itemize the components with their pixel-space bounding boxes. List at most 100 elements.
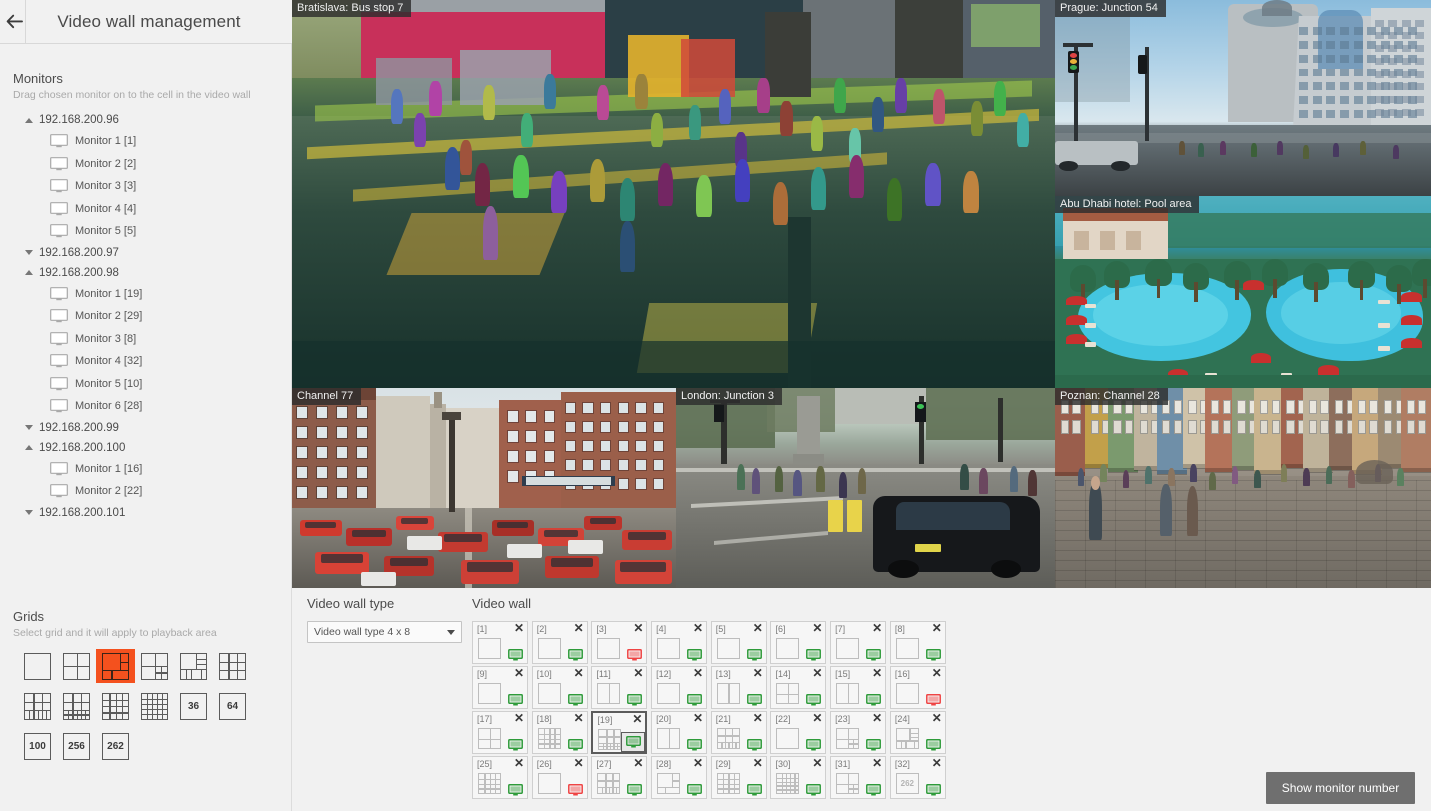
chevron-up-icon[interactable] — [22, 266, 35, 279]
video-wall-cell-32[interactable]: [32] ✕ 262 — [889, 756, 946, 799]
grid-3x3-strip[interactable] — [18, 689, 57, 723]
grid-3x3[interactable] — [213, 649, 252, 683]
video-wall-cell-31[interactable]: [31] ✕ — [830, 756, 887, 799]
close-icon[interactable]: ✕ — [872, 667, 882, 679]
cell-monitor-status[interactable] — [627, 693, 643, 706]
tree-monitor-item[interactable]: Monitor 6 [28] — [0, 395, 291, 418]
video-wall-cell-13[interactable]: [13] ✕ — [710, 666, 767, 709]
cell-monitor-status[interactable] — [687, 693, 703, 706]
grid-5x5[interactable] — [135, 689, 174, 723]
cell-monitor-status[interactable] — [627, 648, 643, 661]
close-icon[interactable]: ✕ — [514, 622, 524, 634]
grid-1-plus-strip[interactable] — [174, 649, 213, 683]
grid-2x2-quad[interactable] — [135, 649, 174, 683]
cell-monitor-status[interactable] — [567, 783, 583, 796]
grid-36[interactable]: 36 — [174, 689, 213, 723]
close-icon[interactable]: ✕ — [753, 712, 763, 724]
close-icon[interactable]: ✕ — [872, 757, 882, 769]
close-icon[interactable]: ✕ — [812, 622, 822, 634]
close-icon[interactable]: ✕ — [514, 667, 524, 679]
close-icon[interactable]: ✕ — [753, 622, 763, 634]
cell-monitor-status[interactable] — [806, 783, 822, 796]
grid-64[interactable]: 64 — [213, 689, 252, 723]
video-wall-cell-6[interactable]: [6] ✕ — [770, 621, 827, 664]
close-icon[interactable]: ✕ — [812, 757, 822, 769]
close-icon[interactable]: ✕ — [574, 622, 584, 634]
cell-monitor-status[interactable] — [687, 738, 703, 751]
close-icon[interactable]: ✕ — [693, 622, 703, 634]
show-monitor-number-button[interactable]: Show monitor number — [1265, 772, 1416, 804]
video-panel-5[interactable]: London: Junction 3 — [676, 388, 1055, 588]
cell-monitor-status[interactable] — [746, 693, 762, 706]
video-wall-cell-1[interactable]: [1] ✕ — [472, 621, 528, 664]
video-wall-cell-14[interactable]: [14] ✕ — [770, 666, 827, 709]
cell-monitor-status[interactable] — [925, 648, 941, 661]
grid-100[interactable]: 100 — [18, 729, 57, 763]
tree-monitor-item[interactable]: Monitor 4 [4] — [0, 198, 291, 221]
grid-262[interactable]: 262 — [96, 729, 135, 763]
cell-monitor-status[interactable] — [567, 648, 583, 661]
chevron-up-icon[interactable] — [22, 114, 35, 127]
tree-server-192.168.200.101[interactable]: 192.168.200.101 — [0, 503, 291, 523]
video-wall-cell-9[interactable]: [9] ✕ — [472, 666, 528, 709]
cell-monitor-status[interactable] — [687, 783, 703, 796]
close-icon[interactable]: ✕ — [514, 712, 524, 724]
video-panel-2[interactable]: Prague: Junction 54 — [1055, 0, 1431, 196]
cell-monitor-status[interactable] — [866, 648, 882, 661]
cell-monitor-status[interactable] — [866, 783, 882, 796]
chevron-up-icon[interactable] — [22, 441, 35, 454]
video-wall-cell-12[interactable]: [12] ✕ — [651, 666, 708, 709]
video-wall-cell-4[interactable]: [4] ✕ — [651, 621, 708, 664]
video-wall-cell-25[interactable]: [25] ✕ — [472, 756, 528, 799]
video-wall-cell-8[interactable]: [8] ✕ — [889, 621, 946, 664]
close-icon[interactable]: ✕ — [693, 757, 703, 769]
tree-server-192.168.200.99[interactable]: 192.168.200.99 — [0, 418, 291, 438]
video-wall-cell-7[interactable]: [7] ✕ — [830, 621, 887, 664]
video-wall-cell-26[interactable]: [26] ✕ — [531, 756, 588, 799]
video-panel-4[interactable]: Channel 77 — [292, 388, 676, 588]
close-icon[interactable]: ✕ — [633, 757, 643, 769]
tree-monitor-item[interactable]: Monitor 1 [19] — [0, 283, 291, 306]
video-wall-cell-20[interactable]: [20] ✕ — [651, 711, 708, 754]
video-wall-cell-17[interactable]: [17] ✕ — [472, 711, 528, 754]
cell-monitor-status[interactable] — [508, 783, 523, 796]
grid-1x1[interactable] — [18, 649, 57, 683]
cell-monitor-status[interactable] — [508, 648, 523, 661]
cell-monitor-status[interactable] — [925, 693, 941, 706]
close-icon[interactable]: ✕ — [574, 757, 584, 769]
grid-4x4[interactable] — [96, 689, 135, 723]
cell-monitor-status-selected[interactable] — [621, 732, 646, 752]
cell-monitor-status[interactable] — [627, 783, 643, 796]
video-panel-3[interactable]: Abu Dhabi hotel: Pool area — [1055, 196, 1431, 388]
close-icon[interactable]: ✕ — [932, 667, 942, 679]
tree-server-192.168.200.100[interactable]: 192.168.200.100 — [0, 438, 291, 458]
cell-monitor-status[interactable] — [508, 738, 523, 751]
tree-monitor-item[interactable]: Monitor 4 [32] — [0, 350, 291, 373]
tree-monitor-item[interactable]: Monitor 1 [1] — [0, 130, 291, 153]
video-wall-cell-18[interactable]: [18] ✕ — [531, 711, 588, 754]
cell-monitor-status[interactable] — [866, 693, 882, 706]
chevron-down-icon[interactable] — [22, 506, 35, 519]
video-wall-cell-28[interactable]: [28] ✕ — [651, 756, 708, 799]
video-wall-cell-29[interactable]: [29] ✕ — [710, 756, 767, 799]
close-icon[interactable]: ✕ — [812, 712, 822, 724]
tree-monitor-item[interactable]: Monitor 5 [5] — [0, 220, 291, 243]
grid-256[interactable]: 256 — [57, 729, 96, 763]
close-icon[interactable]: ✕ — [872, 712, 882, 724]
close-icon[interactable]: ✕ — [872, 622, 882, 634]
cell-monitor-status[interactable] — [746, 783, 762, 796]
tree-server-192.168.200.96[interactable]: 192.168.200.96 — [0, 110, 291, 130]
video-wall-cell-27[interactable]: [27] ✕ — [591, 756, 648, 799]
close-icon[interactable]: ✕ — [693, 667, 703, 679]
cell-monitor-status[interactable] — [567, 693, 583, 706]
close-icon[interactable]: ✕ — [574, 712, 584, 724]
cell-monitor-status[interactable] — [806, 648, 822, 661]
close-icon[interactable]: ✕ — [753, 757, 763, 769]
tree-server-192.168.200.98[interactable]: 192.168.200.98 — [0, 263, 291, 283]
cell-monitor-status[interactable] — [866, 738, 882, 751]
cell-monitor-status[interactable] — [746, 648, 762, 661]
tree-monitor-item[interactable]: Monitor 3 [8] — [0, 328, 291, 351]
chevron-down-icon[interactable] — [22, 421, 35, 434]
close-icon[interactable]: ✕ — [932, 622, 942, 634]
cell-monitor-status[interactable] — [925, 738, 941, 751]
